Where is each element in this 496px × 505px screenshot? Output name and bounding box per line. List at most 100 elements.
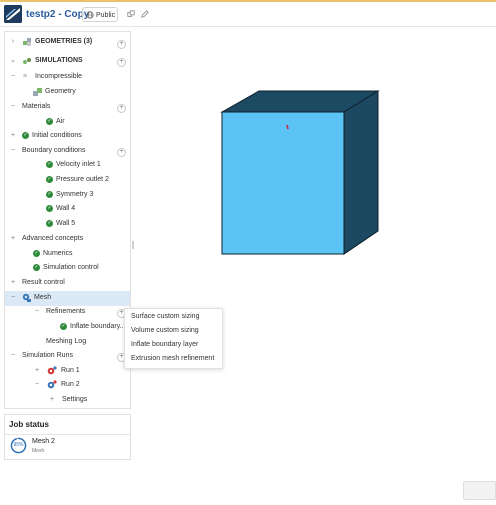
origin-marker: [286, 124, 289, 130]
tree-bc-label: Velocity inlet 1: [56, 161, 101, 168]
simulations-icon: [23, 58, 31, 64]
tree-air-label: Air: [56, 118, 65, 125]
check-icon: ✓: [22, 131, 29, 139]
tree-simulations[interactable]: ⌄ SIMULATIONS: [9, 54, 129, 68]
app-logo-icon[interactable]: [4, 5, 22, 23]
public-button[interactable]: Public: [82, 7, 118, 22]
collapse-icon[interactable]: −: [9, 144, 17, 158]
tree-mesh-label: Mesh: [34, 294, 52, 301]
tree-bc-item[interactable]: ✓ Symmetry 3: [46, 188, 93, 202]
tree-bc-label: Wall 5: [56, 220, 76, 227]
tree-refinements-label: Refinements: [46, 308, 86, 315]
tree-geometry-label: Geometry: [45, 88, 76, 95]
tree-incompressible-label: Incompressible: [35, 73, 83, 80]
public-label: Public: [96, 12, 116, 19]
tree-air[interactable]: ✓ Air: [46, 115, 65, 129]
expand-icon[interactable]: +: [9, 129, 17, 143]
viewport-canvas[interactable]: [133, 28, 496, 500]
menu-item-extrusion-mesh-refinement[interactable]: Extrusion mesh refinement: [131, 354, 214, 364]
geometries-icon: [23, 38, 31, 46]
collapse-icon[interactable]: −: [9, 70, 17, 84]
tree-bc-item[interactable]: ✓ Pressure outlet 2: [46, 173, 109, 187]
tree-settings-label: Settings: [62, 396, 88, 403]
tree-bc-label: Wall 4: [56, 205, 76, 212]
tree-geometries[interactable]: › GEOMETRIES (3): [9, 35, 129, 49]
check-icon: ✓: [46, 175, 53, 183]
check-icon: ✓: [46, 219, 53, 227]
add-material-button[interactable]: +: [117, 104, 126, 113]
job-name[interactable]: Mesh 2: [32, 438, 55, 445]
check-icon: ✓: [46, 160, 53, 168]
tree-simulation-control-label: Simulation control: [43, 264, 99, 271]
tree-initial-conditions[interactable]: + ✓ Initial conditions: [11, 129, 82, 143]
check-icon: ✓: [33, 249, 40, 257]
check-icon: ✓: [46, 204, 53, 212]
expand-icon[interactable]: +: [33, 364, 41, 378]
check-icon: ✓: [60, 322, 67, 330]
tree-refinements[interactable]: − Refinements: [35, 305, 86, 319]
tree-initial-conditions-label: Initial conditions: [32, 132, 82, 139]
pencil-icon[interactable]: [141, 10, 149, 20]
chevron-down-icon[interactable]: ⌄: [9, 54, 17, 68]
tree-materials[interactable]: − Materials: [11, 100, 51, 114]
job-type: Mesh: [32, 448, 45, 454]
corner-widget[interactable]: [463, 481, 496, 500]
tree-bc-item[interactable]: ✓ Wall 4: [46, 202, 75, 216]
tree-result-control[interactable]: + Result control: [11, 276, 65, 290]
tree-bc-label: Symmetry 3: [56, 191, 94, 198]
add-geometry-button[interactable]: +: [117, 40, 126, 49]
check-icon: ✓: [46, 117, 53, 125]
run-gear-icon: [47, 366, 57, 375]
tree-simulation-control[interactable]: ✓ Simulation control: [33, 261, 99, 275]
tree-numerics-label: Numerics: [43, 250, 73, 257]
project-title[interactable]: testp2 - Copy: [26, 9, 89, 20]
mesh-icon: [22, 293, 31, 302]
tree-bc-item[interactable]: ✓ Velocity inlet 1: [46, 158, 101, 172]
tree-simulations-label: SIMULATIONS: [35, 57, 83, 64]
collapse-icon[interactable]: −: [9, 291, 17, 305]
expand-icon[interactable]: +: [48, 393, 56, 407]
menu-item-surface-custom-sizing[interactable]: Surface custom sizing: [131, 312, 199, 322]
expand-icon[interactable]: +: [9, 276, 17, 290]
tree-result-control-label: Result control: [22, 279, 65, 286]
add-simulation-button[interactable]: +: [117, 58, 126, 67]
tree-run-1-label: Run 1: [61, 367, 80, 374]
check-icon: ✓: [33, 263, 40, 271]
panel-resize-handle[interactable]: [132, 241, 134, 249]
tree-meshing-log[interactable]: Meshing Log: [46, 335, 86, 349]
globe-icon: [86, 11, 94, 19]
tree-numerics[interactable]: ✓ Numerics: [33, 247, 73, 261]
tree-inflate-boundary[interactable]: ✓ Inflate boundary...: [60, 320, 126, 334]
tree-advanced-concepts[interactable]: + Advanced concepts: [11, 232, 84, 246]
geometry-icon: [33, 88, 42, 96]
add-boundary-condition-button[interactable]: +: [117, 148, 126, 157]
collapse-icon[interactable]: −: [33, 305, 41, 319]
copy-icon[interactable]: [127, 10, 135, 20]
tree-run-2-label: Run 2: [61, 381, 80, 388]
tree-advanced-concepts-label: Advanced concepts: [22, 235, 84, 242]
list-icon: ≡: [23, 73, 28, 80]
tree-boundary-conditions[interactable]: − Boundary conditions: [11, 144, 85, 158]
tree-simulation-runs-label: Simulation Runs: [22, 352, 73, 359]
top-bar: testp2 - Copy Public: [0, 0, 496, 27]
tree-bc-item[interactable]: ✓ Wall 5: [46, 217, 75, 231]
tree-meshing-log-label: Meshing Log: [46, 338, 87, 345]
tree-simulation-runs[interactable]: − Simulation Runs: [11, 349, 73, 363]
tree-geometries-label: GEOMETRIES (3): [35, 38, 93, 45]
tree-panel: › GEOMETRIES (3) + ⌄ SIMULATIONS + − ≡ I…: [4, 31, 131, 409]
run-gear-icon: [47, 380, 57, 389]
tree-materials-label: Materials: [22, 103, 51, 110]
collapse-icon[interactable]: −: [9, 100, 17, 114]
refinements-context-menu: Surface custom sizing Volume custom sizi…: [124, 308, 223, 369]
geometry-box: [220, 90, 380, 255]
chevron-right-icon[interactable]: ›: [9, 35, 17, 49]
job-status-panel: Job status 95% Mesh 2 Mesh: [4, 414, 131, 460]
tree-inflate-boundary-label: Inflate boundary...: [70, 323, 126, 330]
expand-icon[interactable]: +: [9, 232, 17, 246]
tree-settings[interactable]: + Settings: [50, 393, 88, 407]
tree-bc-label: Pressure outlet 2: [56, 176, 109, 183]
menu-item-inflate-boundary-layer[interactable]: Inflate boundary layer: [131, 340, 198, 350]
collapse-icon[interactable]: −: [9, 349, 17, 363]
collapse-icon[interactable]: −: [33, 378, 41, 392]
menu-item-volume-custom-sizing[interactable]: Volume custom sizing: [131, 326, 199, 336]
